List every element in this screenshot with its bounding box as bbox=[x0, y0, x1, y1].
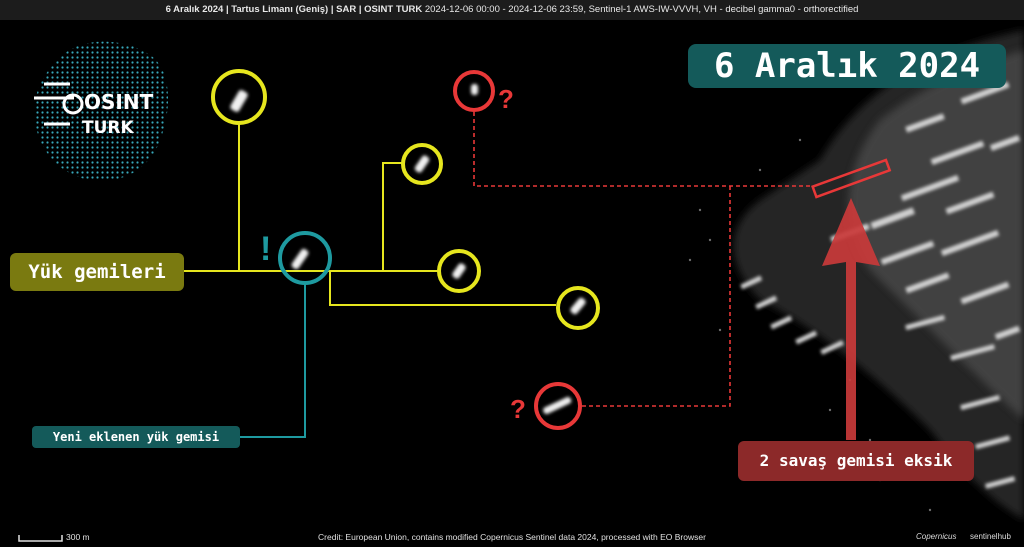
credit-text: Credit: European Union, contains modifie… bbox=[318, 532, 706, 542]
map-title-bar: 6 Aralık 2024 | Tartus Limanı (Geniş) | … bbox=[0, 0, 1024, 20]
logo-turk-text: TURK bbox=[82, 118, 134, 138]
logo-osint-text: OSINT bbox=[84, 90, 154, 114]
question-mark-top: ? bbox=[498, 84, 514, 114]
question-mark-bottom: ? bbox=[510, 394, 526, 424]
copernicus-logo: Copernicus bbox=[916, 532, 957, 541]
missing-warships-label: 2 savaş gemisi eksik bbox=[738, 441, 974, 481]
cargo-ships-label: Yük gemileri bbox=[10, 253, 184, 291]
date-label: 6 Aralık 2024 bbox=[688, 44, 1006, 88]
title-bold: 6 Aralık 2024 | Tartus Limanı (Geniş) | … bbox=[165, 4, 423, 15]
title-details: 2024-12-06 00:00 - 2024-12-06 23:59, Sen… bbox=[422, 4, 859, 15]
new-cargo-ship-label: Yeni eklenen yük gemisi bbox=[32, 426, 240, 448]
sentinelhub-logo: sentinelhub bbox=[970, 532, 1011, 541]
exclamation-mark: ! bbox=[260, 230, 271, 268]
